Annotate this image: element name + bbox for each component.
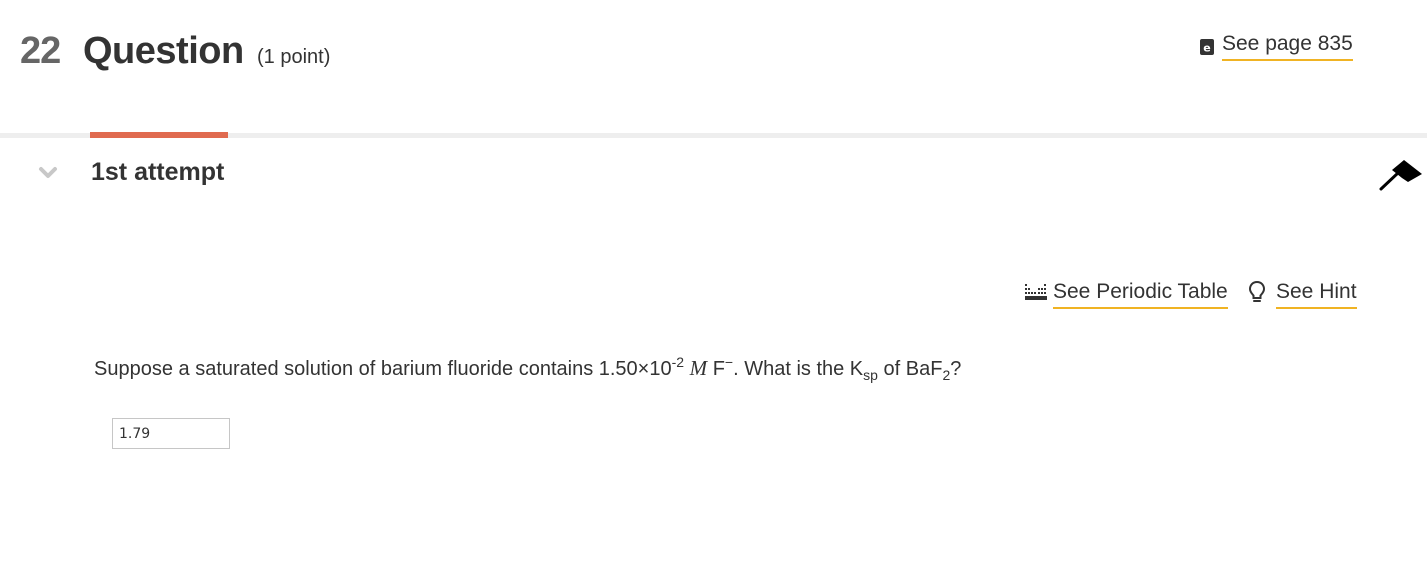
ksp-subscript: sp <box>863 367 878 383</box>
question-text-part: . What is the K <box>733 358 864 380</box>
ion-charge: − <box>724 354 734 370</box>
ion-symbol: F <box>712 358 725 380</box>
periodic-table-icon <box>1025 283 1047 306</box>
molarity-unit: M <box>689 356 708 380</box>
book-icon: e <box>1200 38 1214 55</box>
active-tab-indicator <box>90 132 228 138</box>
see-periodic-table-label: See Periodic Table <box>1053 280 1228 309</box>
question-text-part: Suppose a saturated solution of barium f… <box>94 358 672 380</box>
question-title: Question <box>83 30 244 72</box>
see-hint-label: See Hint <box>1276 280 1357 309</box>
see-hint-link[interactable]: See Hint <box>1248 280 1357 309</box>
attempt-label: 1st attempt <box>91 158 225 186</box>
question-number: 22 <box>20 30 61 72</box>
svg-text:e: e <box>1203 41 1210 54</box>
question-text-part: of BaF <box>877 358 943 380</box>
exponent: -2 <box>671 354 685 370</box>
see-page-link[interactable]: e See page 835 <box>1200 32 1353 61</box>
lightbulb-icon <box>1248 280 1266 309</box>
chevron-down-icon[interactable] <box>38 166 58 180</box>
question-text: Suppose a saturated solution of barium f… <box>94 354 962 383</box>
question-points: (1 point) <box>257 46 331 68</box>
pin-icon[interactable] <box>1378 158 1424 192</box>
question-text-part: ? <box>950 358 962 380</box>
answer-input[interactable] <box>112 418 230 449</box>
see-periodic-table-link[interactable]: See Periodic Table <box>1025 280 1228 309</box>
question-page: 22 Question (1 point) e See page 835 1st… <box>0 0 1427 587</box>
see-page-label: See page 835 <box>1222 32 1353 61</box>
